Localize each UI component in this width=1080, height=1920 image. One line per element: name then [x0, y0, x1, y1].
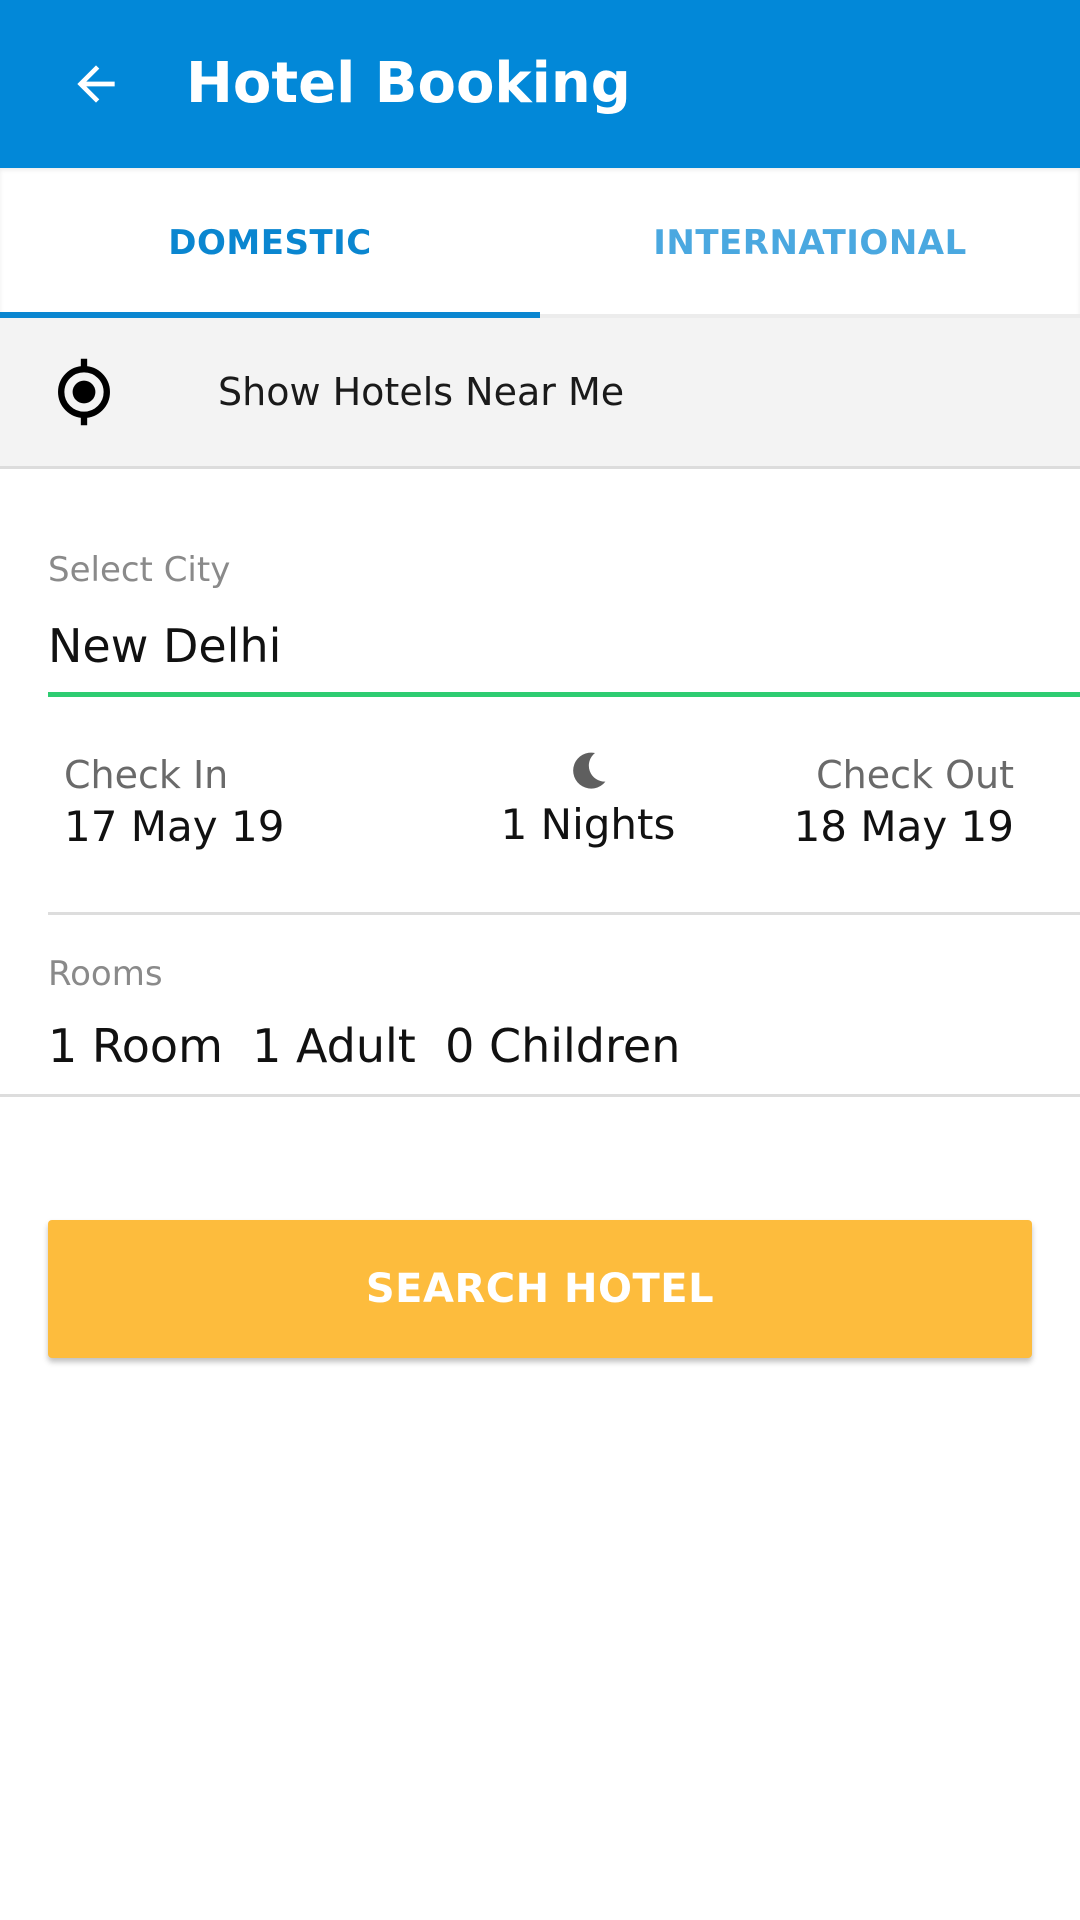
tab-bar: DOMESTIC INTERNATIONAL [0, 168, 1080, 318]
check-in-field[interactable]: Check In 17 May 19 [64, 750, 284, 854]
tab-domestic[interactable]: DOMESTIC [0, 168, 540, 318]
near-me-label: Show Hotels Near Me [218, 370, 625, 414]
date-selector: Check In 17 May 19 1 Nights Check Out 18… [48, 740, 1080, 914]
check-out-label: Check Out [816, 753, 1014, 797]
search-hotel-button[interactable]: SEARCH HOTEL [48, 1220, 1032, 1358]
nights-display: 1 Nights [458, 742, 718, 852]
city-label: Select City [48, 550, 231, 590]
check-out-field[interactable]: Check Out 18 May 19 [794, 750, 1014, 854]
city-value: New Delhi [48, 619, 282, 673]
rooms-divider [0, 1094, 1080, 1097]
check-in-value: 17 May 19 [64, 802, 285, 851]
nights-value: 1 Nights [500, 800, 676, 849]
gps-target-icon [58, 358, 110, 426]
show-hotels-near-me-button[interactable]: Show Hotels Near Me [0, 318, 1080, 469]
city-field[interactable]: Select City New Delhi [48, 548, 1080, 700]
arrow-left-icon [77, 65, 115, 103]
rooms-field[interactable]: Rooms 1 Room 1 Adult 0 Children [48, 952, 1080, 1092]
app-bar: Hotel Booking [0, 0, 1080, 168]
back-button[interactable] [56, 44, 136, 124]
rooms-value: 1 Room 1 Adult 0 Children [48, 1019, 681, 1073]
check-in-label: Check In [64, 753, 229, 797]
moon-icon [573, 752, 606, 789]
rooms-label: Rooms [48, 954, 163, 994]
page-title: Hotel Booking [186, 51, 631, 116]
city-field-underline [48, 692, 1080, 697]
tab-international[interactable]: INTERNATIONAL [540, 168, 1080, 318]
check-out-value: 18 May 19 [793, 802, 1014, 851]
dates-divider [48, 912, 1080, 915]
